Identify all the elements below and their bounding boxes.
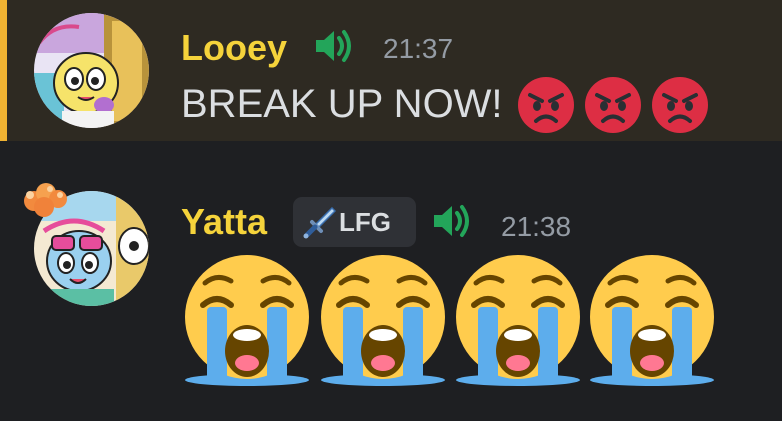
speaker-icon bbox=[430, 202, 474, 240]
avatar-looey[interactable] bbox=[34, 13, 149, 128]
avatar-decoration-icon bbox=[20, 181, 78, 223]
loudly-crying-face-emoji[interactable] bbox=[448, 253, 588, 393]
sword-icon bbox=[302, 205, 337, 239]
guild-tag[interactable]: LFG bbox=[293, 197, 416, 247]
mention-highlight-bar bbox=[0, 0, 7, 141]
angry-face-emoji[interactable] bbox=[517, 76, 575, 134]
timestamp[interactable]: 21:38 bbox=[501, 213, 571, 241]
guild-tag-label: LFG bbox=[339, 207, 391, 237]
chat-view: Looey 21:37 BREAK UP NOW! Yatta LFG 21:3… bbox=[0, 0, 782, 421]
loudly-crying-face-emoji[interactable] bbox=[582, 253, 722, 393]
timestamp[interactable]: 21:37 bbox=[383, 35, 453, 63]
angry-face-emoji[interactable] bbox=[651, 76, 709, 134]
angry-face-emoji[interactable] bbox=[584, 76, 642, 134]
speaker-icon bbox=[312, 27, 356, 65]
message-text: BREAK UP NOW! bbox=[181, 82, 503, 126]
message-looey[interactable]: Looey 21:37 BREAK UP NOW! bbox=[0, 0, 782, 141]
loudly-crying-face-emoji[interactable] bbox=[313, 253, 453, 393]
username-looey[interactable]: Looey bbox=[181, 30, 287, 66]
message-yatta[interactable]: Yatta LFG 21:38 bbox=[0, 141, 782, 421]
username-yatta[interactable]: Yatta bbox=[181, 204, 267, 240]
loudly-crying-face-emoji[interactable] bbox=[177, 253, 317, 393]
